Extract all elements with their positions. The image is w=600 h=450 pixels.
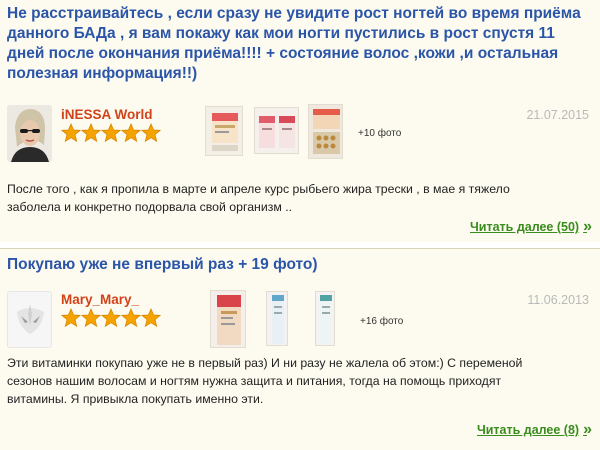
author-name[interactable]: Mary_Mary_ bbox=[61, 292, 139, 307]
photo-image bbox=[255, 108, 298, 153]
star-icon bbox=[81, 123, 101, 143]
review-excerpt: После того , как я пропила в марте и апр… bbox=[7, 182, 510, 214]
photo-image bbox=[267, 292, 287, 345]
author-avatar[interactable] bbox=[7, 291, 52, 348]
rating-stars bbox=[61, 123, 161, 143]
review-photo-thumbnail[interactable] bbox=[308, 104, 343, 159]
more-photos-count[interactable]: +10 фото bbox=[358, 128, 401, 139]
star-icon bbox=[141, 308, 161, 328]
star-icon bbox=[101, 123, 121, 143]
avatar-photo bbox=[7, 105, 52, 162]
photo-image bbox=[309, 105, 342, 158]
rating-stars bbox=[61, 308, 161, 328]
photo-image bbox=[206, 107, 242, 155]
review-card-2: Покупаю уже не впервый раз + 19 фото) Ma… bbox=[0, 248, 600, 450]
photo-image bbox=[211, 291, 245, 347]
star-icon bbox=[61, 308, 81, 328]
review-title-link[interactable]: Покупаю уже не впервый раз + 19 фото) bbox=[7, 256, 318, 273]
avatar-image bbox=[8, 292, 51, 347]
review-card-1: Не расстраивайтесь , если сразу не увиди… bbox=[0, 0, 600, 242]
review-photo-thumbnail[interactable] bbox=[254, 107, 299, 154]
star-icon bbox=[101, 308, 121, 328]
review-title[interactable]: Не расстраивайтесь , если сразу не увиди… bbox=[7, 4, 592, 84]
author-avatar[interactable] bbox=[7, 105, 52, 162]
review-photo-thumbnail[interactable] bbox=[266, 291, 288, 346]
review-title-link[interactable]: Не расстраивайтесь , если сразу не увиди… bbox=[7, 5, 581, 82]
star-icon bbox=[121, 308, 141, 328]
star-icon bbox=[81, 308, 101, 328]
read-more-label: Читать далее (8) bbox=[476, 423, 580, 437]
chevron-right-icon: » bbox=[583, 218, 592, 235]
review-photo-thumbnail[interactable] bbox=[210, 290, 246, 348]
review-photo-thumbnail[interactable] bbox=[315, 291, 335, 346]
review-photo-thumbnail[interactable] bbox=[205, 106, 243, 156]
review-title[interactable]: Покупаю уже не впервый раз + 19 фото) bbox=[7, 255, 592, 275]
review-excerpt: Эти витаминки покупаю уже не в первый ра… bbox=[7, 356, 523, 406]
star-icon bbox=[121, 123, 141, 143]
author-name[interactable]: iNESSA World bbox=[61, 107, 153, 122]
read-more-label: Читать далее (50) bbox=[470, 220, 580, 234]
read-more-link[interactable]: Читать далее (50) » bbox=[470, 218, 592, 236]
photo-image bbox=[316, 292, 334, 345]
chevron-right-icon: » bbox=[583, 421, 592, 438]
review-date: 11.06.2013 bbox=[527, 293, 589, 307]
star-icon bbox=[61, 123, 81, 143]
more-photos-count[interactable]: +16 фото bbox=[360, 316, 403, 327]
star-icon bbox=[141, 123, 161, 143]
review-date: 21.07.2015 bbox=[526, 108, 589, 122]
read-more-link[interactable]: Читать далее (8) » bbox=[476, 421, 592, 439]
